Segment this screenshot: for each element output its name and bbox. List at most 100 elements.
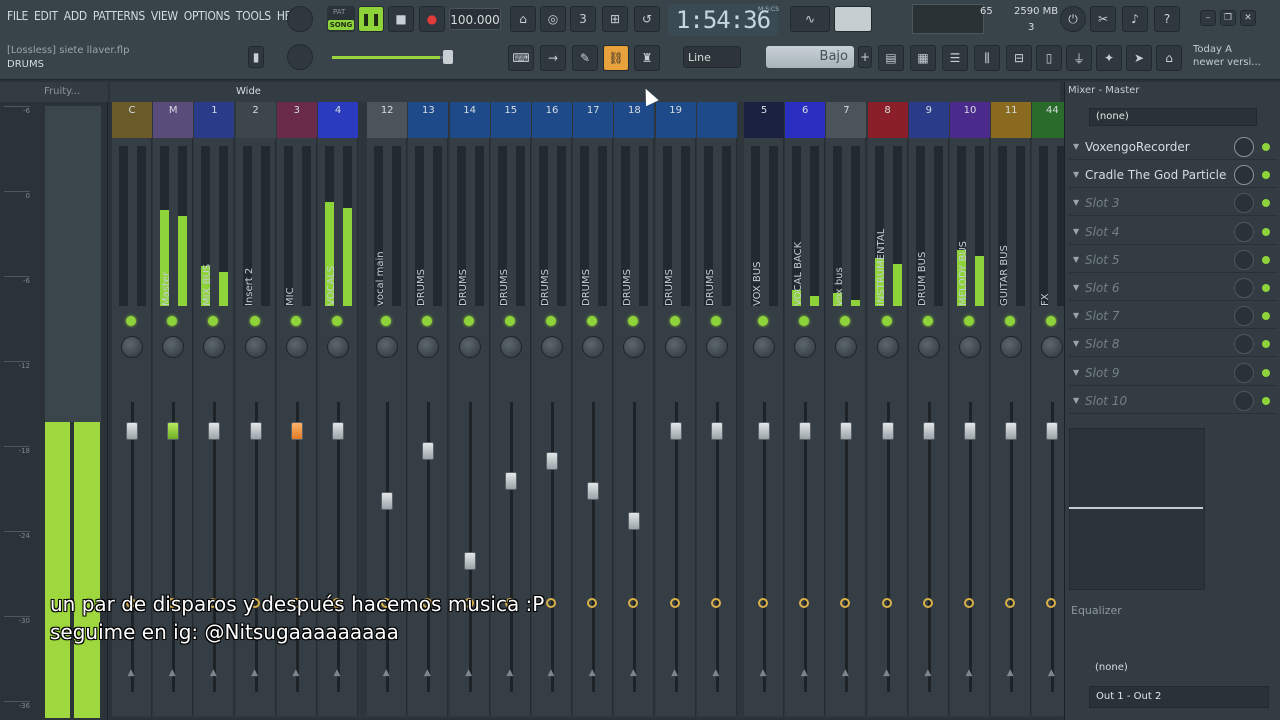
route-send-icon[interactable]: [799, 598, 810, 608]
route-send-icon[interactable]: [546, 598, 556, 608]
strip-number[interactable]: [696, 102, 737, 138]
volume-fader[interactable]: [504, 472, 517, 490]
link-icon[interactable]: ⛓: [603, 45, 629, 71]
slot-enable-led[interactable]: [1262, 284, 1270, 292]
add-icon[interactable]: +: [858, 46, 872, 68]
slot-name[interactable]: Slot 9: [1085, 366, 1119, 380]
equalizer-graph[interactable]: [1069, 428, 1205, 590]
volume-fader[interactable]: [1005, 422, 1018, 440]
master-pitch-knob[interactable]: [287, 44, 313, 70]
mixer-strip[interactable]: 6VOCAL BACK▲: [785, 102, 826, 716]
menu-edit[interactable]: EDIT: [31, 9, 61, 23]
volume-fader[interactable]: [167, 422, 180, 440]
step-edit-icon[interactable]: ⊞: [602, 6, 628, 32]
route-arrow-icon[interactable]: ▲: [544, 668, 558, 678]
project-icon[interactable]: ▯: [1036, 45, 1062, 71]
mute-led[interactable]: [167, 316, 178, 326]
effect-slot[interactable]: ▼ Slot 4: [1069, 219, 1277, 245]
pan-knob[interactable]: [876, 336, 899, 358]
menu-tools[interactable]: TOOLS: [233, 9, 274, 23]
slot-name[interactable]: Slot 6: [1085, 281, 1119, 295]
metronome-icon[interactable]: ⌂: [510, 6, 536, 32]
slot-name[interactable]: Slot 5: [1085, 253, 1119, 267]
arrow-right-icon[interactable]: →: [540, 45, 566, 71]
mixer-view-mode[interactable]: Wide: [236, 86, 261, 97]
volume-fader[interactable]: [840, 422, 853, 440]
volume-fader[interactable]: [710, 422, 723, 440]
help-icon[interactable]: ?: [1154, 6, 1180, 32]
slot-mix-knob[interactable]: [1234, 278, 1254, 298]
keyboard-icon[interactable]: ⌨: [508, 45, 534, 71]
slot-mix-knob[interactable]: [1234, 334, 1254, 355]
mute-led[interactable]: [463, 316, 474, 326]
volume-fader[interactable]: [1046, 422, 1059, 440]
mute-led[interactable]: [669, 316, 680, 326]
pan-knob[interactable]: [417, 336, 440, 358]
output-select[interactable]: Out 1 - Out 2: [1089, 686, 1269, 708]
playlist-icon[interactable]: ▤: [878, 45, 904, 71]
slot-expand-icon[interactable]: ▼: [1073, 360, 1079, 386]
route-arrow-icon[interactable]: ▲: [330, 668, 344, 678]
mute-led[interactable]: [587, 316, 598, 326]
pan-knob[interactable]: [917, 336, 940, 358]
pan-knob[interactable]: [582, 336, 605, 358]
slot-expand-icon[interactable]: ▼: [1073, 247, 1079, 273]
mute-led[interactable]: [546, 316, 556, 326]
pan-knob[interactable]: [203, 336, 226, 358]
route-arrow-icon[interactable]: ▲: [124, 668, 138, 678]
route-arrow-icon[interactable]: ▲: [206, 668, 220, 678]
volume-fader[interactable]: [546, 452, 558, 470]
route-arrow-icon[interactable]: ▲: [626, 668, 640, 678]
pan-knob[interactable]: [499, 336, 522, 358]
piano-roll-icon[interactable]: ▦: [910, 45, 936, 71]
mute-led[interactable]: [799, 316, 810, 326]
tempo-display[interactable]: 100.000: [449, 8, 501, 30]
share-icon[interactable]: ➤: [1126, 45, 1152, 71]
slot-mix-knob[interactable]: [1234, 221, 1254, 242]
mixer-strip[interactable]: 9DRUM BUS▲: [908, 102, 949, 716]
route-arrow-icon[interactable]: ▲: [1044, 668, 1058, 678]
strip-number[interactable]: M: [153, 102, 194, 138]
strip-number[interactable]: 3: [276, 102, 317, 138]
slot-name[interactable]: Slot 8: [1085, 337, 1119, 351]
pan-knob[interactable]: [794, 336, 817, 358]
effect-slot[interactable]: ▼ Slot 9: [1069, 360, 1277, 386]
effect-slot[interactable]: ▼ Slot 10: [1069, 388, 1277, 414]
slot-name[interactable]: VoxengoRecorder: [1085, 140, 1190, 154]
mute-led[interactable]: [422, 316, 433, 326]
pan-knob[interactable]: [541, 336, 563, 358]
effect-slot[interactable]: ▼ Slot 8: [1069, 331, 1277, 358]
pan-knob[interactable]: [327, 336, 349, 358]
route-arrow-icon[interactable]: ▲: [921, 668, 935, 678]
route-arrow-icon[interactable]: ▲: [756, 668, 770, 678]
cut-icon[interactable]: ✂: [1090, 6, 1116, 32]
effect-slot[interactable]: ▼ Slot 6: [1069, 275, 1277, 301]
pat-song-toggle[interactable]: PAT SONG: [327, 6, 355, 32]
volume-fader[interactable]: [669, 422, 682, 440]
volume-fader[interactable]: [126, 422, 138, 440]
strip-number[interactable]: 2: [235, 102, 276, 138]
browser-icon[interactable]: ⊟: [1006, 45, 1032, 71]
strip-number[interactable]: 14: [449, 102, 490, 138]
slot-expand-icon[interactable]: ▼: [1073, 388, 1079, 414]
mute-led[interactable]: [628, 316, 639, 326]
mute-led[interactable]: [710, 316, 721, 326]
route-arrow-icon[interactable]: ▲: [838, 668, 852, 678]
effect-slot[interactable]: ▼ Slot 5: [1069, 247, 1277, 273]
strip-number[interactable]: 9: [908, 102, 949, 138]
pan-knob[interactable]: [753, 336, 775, 358]
mute-led[interactable]: [922, 316, 933, 326]
route-arrow-icon[interactable]: ▲: [585, 668, 599, 678]
mute-led[interactable]: [881, 316, 892, 326]
mute-led[interactable]: [290, 316, 301, 326]
route-send-icon[interactable]: [1005, 598, 1016, 608]
strip-number[interactable]: 11: [991, 102, 1032, 138]
volume-fader[interactable]: [208, 422, 221, 440]
route-arrow-icon[interactable]: ▲: [880, 668, 894, 678]
pan-knob[interactable]: [1041, 336, 1064, 358]
loop-record-icon[interactable]: ↺: [634, 6, 660, 32]
route-arrow-icon[interactable]: ▲: [462, 668, 476, 678]
input-select[interactable]: (none): [1089, 108, 1257, 126]
volume-fader[interactable]: [964, 422, 976, 440]
route-arrow-icon[interactable]: ▲: [503, 668, 517, 678]
